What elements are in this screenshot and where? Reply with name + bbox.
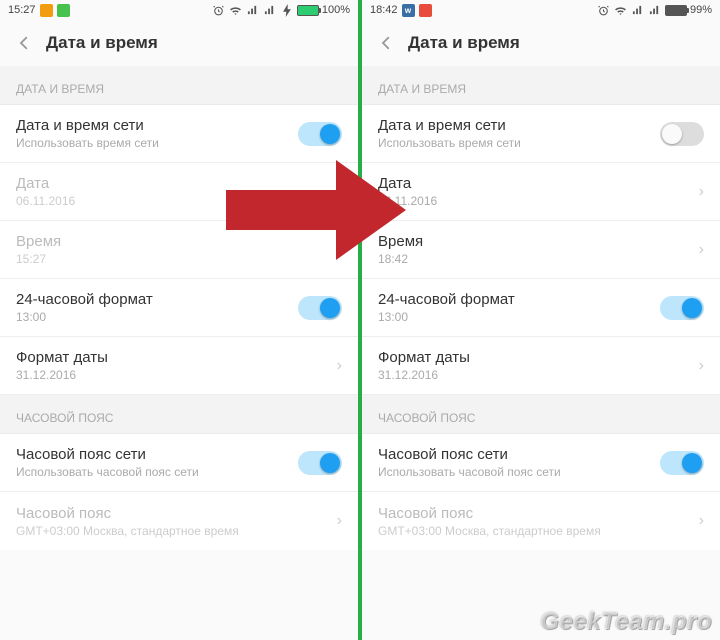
row-title: Дата	[378, 175, 437, 192]
row-title: Часовой пояс	[378, 505, 601, 522]
battery-icon	[297, 5, 319, 16]
row-subtitle: GMT+03:00 Москва, стандартное время	[378, 524, 601, 538]
chevron-right-icon: ›	[699, 183, 704, 201]
row-timezone: Часовой пояс GMT+03:00 Москва, стандартн…	[0, 492, 358, 550]
row-time[interactable]: Время 18:42 ›	[362, 221, 720, 279]
chevron-right-icon: ›	[699, 241, 704, 259]
row-subtitle: 18:42	[378, 252, 423, 266]
page-title: Дата и время	[408, 33, 520, 53]
signal-icon	[246, 3, 260, 17]
section-header: ЧАСОВОЙ ПОЯС	[362, 395, 720, 434]
toggle-network-datetime[interactable]	[298, 122, 342, 146]
row-title: Дата	[16, 175, 75, 192]
row-date-format[interactable]: Формат даты 31.12.2016 ›	[0, 337, 358, 395]
back-button[interactable]	[374, 31, 398, 55]
toggle-24h[interactable]	[660, 296, 704, 320]
alarm-icon	[597, 3, 611, 17]
row-title: Время	[16, 233, 61, 250]
row-date: Дата 06.11.2016 ›	[0, 163, 358, 221]
status-bar: 15:27 100%	[0, 0, 358, 20]
chevron-right-icon: ›	[337, 183, 342, 201]
row-date-format[interactable]: Формат даты 31.12.2016 ›	[362, 337, 720, 395]
row-subtitle: Использовать часовой пояс сети	[378, 465, 561, 479]
back-button[interactable]	[12, 31, 36, 55]
status-time: 18:42	[370, 4, 398, 16]
row-title: Дата и время сети	[16, 117, 159, 134]
chevron-right-icon: ›	[699, 357, 704, 375]
status-time: 15:27	[8, 4, 36, 16]
row-network-timezone[interactable]: Часовой пояс сети Использовать часовой п…	[362, 434, 720, 492]
row-subtitle: 13:00	[16, 310, 153, 324]
chevron-right-icon: ›	[337, 357, 342, 375]
phone-left: 15:27 100% Дата и время ДАТА И ВРЕМЯ	[0, 0, 358, 640]
row-network-datetime[interactable]: Дата и время сети Использовать время сет…	[0, 105, 358, 163]
row-network-timezone[interactable]: Часовой пояс сети Использовать часовой п…	[0, 434, 358, 492]
row-24h-format[interactable]: 24-часовой формат 13:00	[362, 279, 720, 337]
signal-icon	[631, 3, 645, 17]
row-title: 24-часовой формат	[378, 291, 515, 308]
row-title: Дата и время сети	[378, 117, 521, 134]
signal-icon	[263, 3, 277, 17]
row-network-datetime[interactable]: Дата и время сети Использовать время сет…	[362, 105, 720, 163]
signal-icon	[648, 3, 662, 17]
battery-percent: 99%	[690, 4, 712, 16]
row-subtitle: 06.11.2016	[16, 194, 75, 208]
row-24h-format[interactable]: 24-часовой формат 13:00	[0, 279, 358, 337]
row-subtitle: 13:00	[378, 310, 515, 324]
row-title: 24-часовой формат	[16, 291, 153, 308]
chevron-right-icon: ›	[699, 512, 704, 530]
row-timezone: Часовой пояс GMT+03:00 Москва, стандартн…	[362, 492, 720, 550]
notif-icon	[40, 4, 53, 17]
toggle-24h[interactable]	[298, 296, 342, 320]
notif-icon	[419, 4, 432, 17]
row-subtitle: GMT+03:00 Москва, стандартное время	[16, 524, 239, 538]
wifi-icon	[614, 3, 628, 17]
chevron-right-icon: ›	[337, 512, 342, 530]
row-date[interactable]: Дата 06.11.2016 ›	[362, 163, 720, 221]
notif-icon	[57, 4, 70, 17]
row-subtitle: Использовать время сети	[378, 136, 521, 150]
alarm-icon	[212, 3, 226, 17]
row-time: Время 15:27 ›	[0, 221, 358, 279]
row-subtitle: 15:27	[16, 252, 61, 266]
toggle-network-timezone[interactable]	[298, 451, 342, 475]
page-title: Дата и время	[46, 33, 158, 53]
row-title: Часовой пояс сети	[378, 446, 561, 463]
row-title: Время	[378, 233, 423, 250]
row-subtitle: 31.12.2016	[16, 368, 108, 382]
toggle-network-datetime[interactable]	[660, 122, 704, 146]
row-subtitle: 31.12.2016	[378, 368, 470, 382]
section-header: ЧАСОВОЙ ПОЯС	[0, 395, 358, 434]
row-title: Формат даты	[16, 349, 108, 366]
notif-icon: w	[402, 4, 415, 17]
section-header: ДАТА И ВРЕМЯ	[362, 66, 720, 105]
status-bar: 18:42 w 99%	[362, 0, 720, 20]
row-title: Часовой пояс	[16, 505, 239, 522]
row-subtitle: Использовать время сети	[16, 136, 159, 150]
toggle-network-timezone[interactable]	[660, 451, 704, 475]
battery-icon	[665, 5, 687, 16]
row-subtitle: Использовать часовой пояс сети	[16, 465, 199, 479]
chevron-right-icon: ›	[337, 241, 342, 259]
phone-right: 18:42 w 99% Дата и время ДАТА И ВРЕМЯ	[362, 0, 720, 640]
row-subtitle: 06.11.2016	[378, 194, 437, 208]
header: Дата и время	[0, 20, 358, 66]
wifi-icon	[229, 3, 243, 17]
header: Дата и время	[362, 20, 720, 66]
charging-icon	[280, 3, 294, 17]
section-header: ДАТА И ВРЕМЯ	[0, 66, 358, 105]
row-title: Формат даты	[378, 349, 470, 366]
battery-percent: 100%	[322, 4, 350, 16]
row-title: Часовой пояс сети	[16, 446, 199, 463]
